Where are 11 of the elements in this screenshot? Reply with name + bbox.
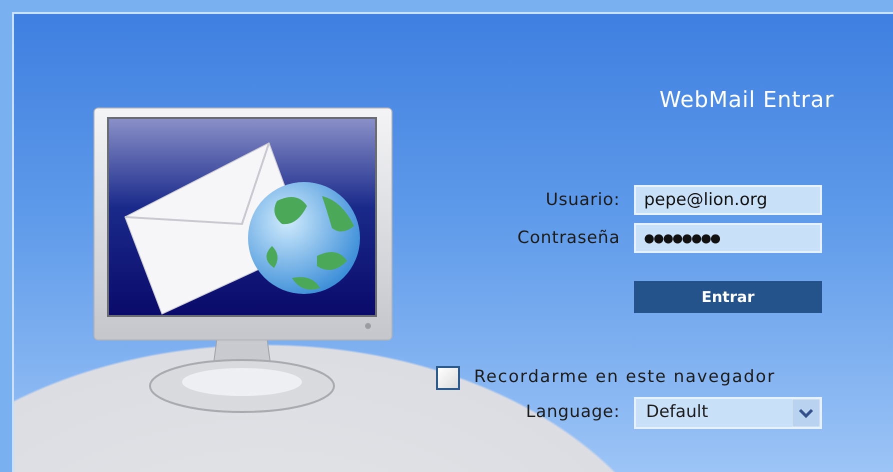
- checkbox[interactable]: [436, 366, 460, 390]
- field-label: Contraseña: [516, 227, 620, 250]
- login-button[interactable]: Entrar: [634, 281, 822, 313]
- chevron-down-icon: [792, 398, 820, 426]
- username-field[interactable]: pepe@lion.org: [634, 185, 822, 215]
- password-field[interactable]: ●●●●●●●●: [634, 223, 822, 253]
- language-select[interactable]: Default: [634, 396, 822, 428]
- form-title: WebMail Entrar: [658, 87, 834, 115]
- language-label: Language:: [524, 400, 620, 424]
- checkbox-label: Recordarme en este navegador: [474, 366, 776, 389]
- field-label: Usuario:: [544, 189, 620, 212]
